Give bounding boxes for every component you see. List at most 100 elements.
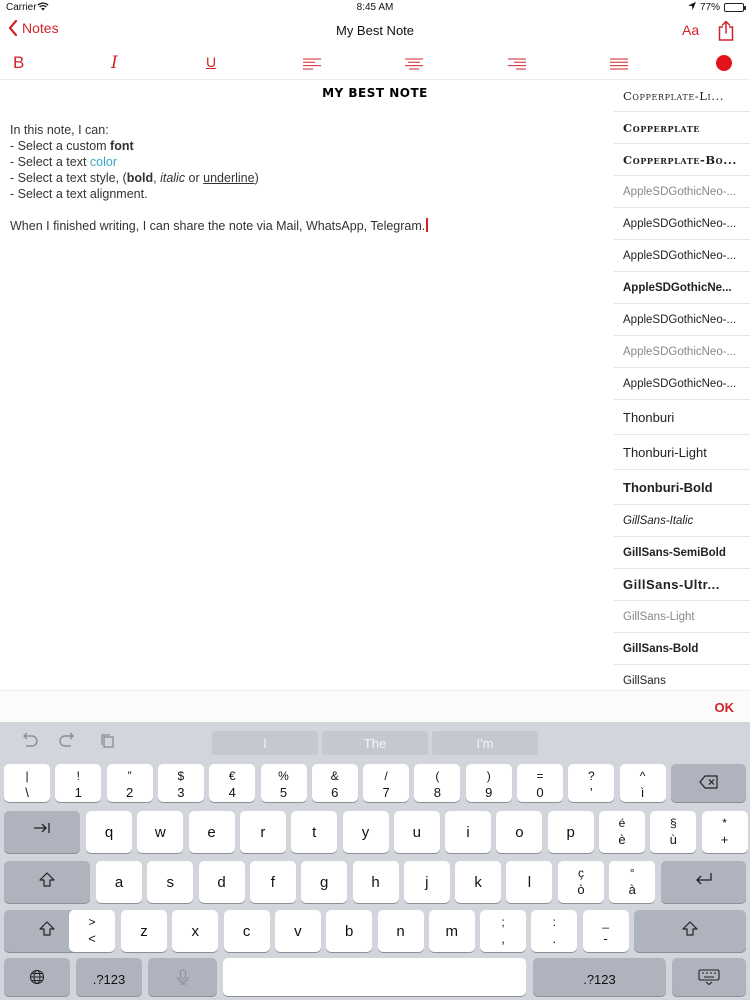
key[interactable]: /7 (363, 764, 410, 802)
key[interactable]: g (301, 861, 348, 903)
dictation-key[interactable] (148, 958, 217, 996)
key[interactable]: ?’ (568, 764, 615, 802)
note-editor[interactable]: MY BEST NOTE In this note, I can: - Sele… (0, 80, 614, 690)
font-item[interactable]: GillSans-Ultr... (614, 569, 750, 601)
key[interactable]: i (445, 811, 492, 853)
bold-button[interactable]: B (13, 53, 24, 73)
font-item[interactable]: AppleSDGothicNeo-... (614, 176, 750, 208)
key[interactable]: | \ (4, 764, 50, 802)
suggestion[interactable]: I'm (432, 731, 538, 755)
font-size-button[interactable]: Aa (682, 22, 699, 38)
font-item[interactable]: AppleSDGothicNeo-... (614, 304, 750, 336)
bold-text: font (110, 139, 134, 153)
key[interactable]: q (86, 811, 132, 853)
key[interactable]: $3 (157, 764, 204, 802)
key[interactable]: z (121, 910, 167, 952)
key[interactable]: m (428, 910, 475, 952)
share-button[interactable] (718, 20, 734, 46)
suggestion[interactable]: The (322, 731, 428, 755)
font-item[interactable]: Copperplate-Li... (614, 80, 750, 112)
return-key[interactable] (661, 861, 746, 903)
align-left-button[interactable] (303, 57, 321, 75)
key[interactable]: t (291, 811, 338, 853)
key[interactable]: n (377, 910, 424, 952)
globe-key[interactable] (4, 958, 70, 996)
font-item[interactable]: AppleSDGothicNeo-... (614, 368, 750, 400)
font-item[interactable]: Thonburi (614, 400, 750, 435)
font-item[interactable]: AppleSDGothicNe... (614, 272, 750, 304)
key[interactable]: p (547, 811, 594, 853)
undo-button[interactable] (19, 732, 39, 753)
key[interactable]: e (188, 811, 235, 853)
key[interactable]: h (352, 861, 399, 903)
ok-button[interactable]: OK (715, 700, 735, 715)
key[interactable]: d (198, 861, 245, 903)
key[interactable]: & 6 (311, 764, 358, 802)
key[interactable]: w (137, 811, 184, 853)
align-justify-button[interactable] (610, 57, 628, 75)
tab-key[interactable] (4, 811, 80, 853)
redo-button[interactable] (58, 732, 78, 753)
underline-button[interactable]: U (206, 54, 216, 70)
key[interactable]: r (239, 811, 286, 853)
key[interactable]: u (393, 811, 440, 853)
mode-key[interactable]: .?123 (533, 958, 666, 996)
key[interactable]: (8 (414, 764, 461, 802)
font-item[interactable]: GillSans-Italic (614, 505, 750, 537)
font-item[interactable]: Copperplate (614, 112, 750, 144)
key[interactable]: ” 2 (106, 764, 153, 802)
font-item[interactable]: GillSans-SemiBold (614, 537, 750, 569)
align-center-button[interactable] (405, 57, 423, 75)
font-list[interactable]: Copperplate-Li... Copperplate Copperplat… (614, 80, 750, 690)
key[interactable]: çò (558, 861, 604, 903)
font-item[interactable]: GillSans-Light (614, 601, 750, 633)
font-item[interactable]: GillSans-Bold (614, 633, 750, 665)
key[interactable]: ^ ì (619, 764, 666, 802)
key[interactable]: § ù (650, 811, 697, 853)
key[interactable]: y (342, 811, 389, 853)
dismiss-keyboard-key[interactable] (672, 958, 746, 996)
key[interactable]: f (249, 861, 296, 903)
key-char: g (320, 874, 329, 891)
key[interactable]: ° à (609, 861, 656, 903)
key[interactable]: k (455, 861, 502, 903)
mode-key[interactable]: .?123 (76, 958, 142, 996)
key[interactable]: ;, (480, 910, 526, 952)
key[interactable]: €4 (209, 764, 256, 802)
key[interactable]: x (172, 910, 219, 952)
italic-button[interactable]: I (111, 53, 118, 73)
font-item[interactable]: GillSans (614, 665, 750, 690)
key[interactable]: % 5 (260, 764, 307, 802)
space-key[interactable] (223, 958, 526, 996)
key[interactable]: o (496, 811, 543, 853)
key[interactable]: a (96, 861, 142, 903)
font-item[interactable]: AppleSDGothicNeo-... (614, 208, 750, 240)
font-item[interactable]: Thonburi-Bold (614, 470, 750, 505)
key[interactable]: ) 9 (465, 764, 512, 802)
key[interactable]: v (274, 910, 321, 952)
key[interactable]: > < (69, 910, 115, 952)
key[interactable]: _ - (582, 910, 629, 952)
key[interactable]: c (223, 910, 270, 952)
key[interactable]: ! 1 (55, 764, 102, 802)
font-item[interactable]: AppleSDGothicNeo-... (614, 240, 750, 272)
key[interactable]: s (147, 861, 194, 903)
suggestion[interactable]: I (212, 731, 318, 755)
key[interactable]: j (403, 861, 450, 903)
font-item[interactable]: AppleSDGothicNeo-... (614, 336, 750, 368)
key[interactable]: :. (531, 910, 578, 952)
key[interactable]: l (506, 861, 553, 903)
shift-key[interactable] (4, 861, 90, 903)
paste-button[interactable] (100, 734, 116, 753)
align-right-button[interactable] (508, 57, 526, 75)
key[interactable]: * + (701, 811, 748, 853)
key[interactable]: éè (599, 811, 645, 853)
font-item[interactable]: Copperplate-Bo... (614, 144, 750, 176)
text-color-button[interactable] (716, 55, 732, 71)
note-body[interactable]: In this note, I can: - Select a custom f… (10, 122, 429, 234)
delete-key[interactable] (671, 764, 746, 802)
shift-key[interactable] (634, 910, 746, 952)
font-item[interactable]: Thonburi-Light (614, 435, 750, 470)
key[interactable]: b (326, 910, 373, 952)
key[interactable]: = 0 (517, 764, 563, 802)
